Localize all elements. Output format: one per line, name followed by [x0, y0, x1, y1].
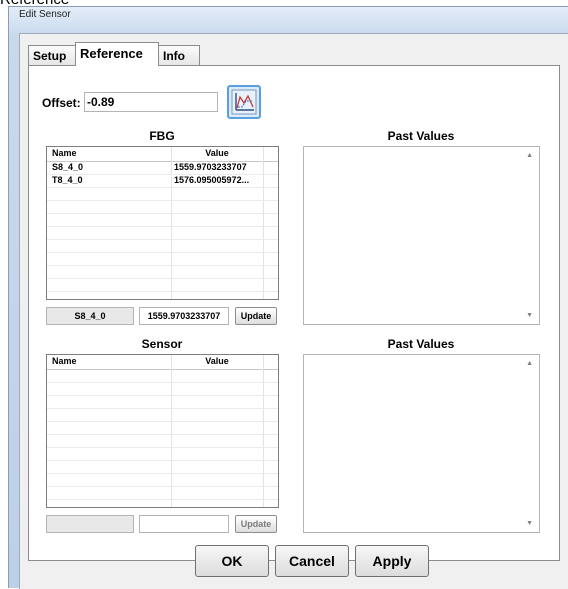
past-values-bottom-list[interactable]: ▲ ▼	[303, 354, 540, 533]
chart-icon	[231, 89, 257, 115]
sensor-title: Sensor	[141, 337, 183, 351]
table-row[interactable]: T8_4_0 1576.095005972...	[47, 175, 278, 188]
sensor-col-name: Name	[52, 356, 77, 366]
table-row	[47, 383, 278, 396]
table-row	[47, 422, 278, 435]
past-values-bottom-title: Past Values	[387, 337, 455, 351]
scroll-up-icon[interactable]: ▲	[526, 152, 533, 159]
sensor-col-value: Value	[205, 356, 229, 366]
tab-info[interactable]: Info	[158, 45, 200, 65]
edit-sensor-window: Edit Sensor Setup Reference Info Offset:…	[8, 6, 568, 589]
title-bar: Edit Sensor	[9, 7, 568, 33]
offset-input[interactable]: -0.89	[84, 92, 218, 112]
table-row	[47, 201, 278, 214]
window-title: Edit Sensor	[19, 9, 71, 20]
fbg-title: FBG	[149, 129, 175, 143]
tab-reference[interactable]: Reference	[75, 42, 159, 66]
past-values-top-title: Past Values	[387, 129, 455, 143]
table-row	[47, 474, 278, 487]
table-row	[47, 266, 278, 279]
scroll-up-icon[interactable]: ▲	[526, 360, 533, 367]
table-row	[47, 279, 278, 292]
fbg-table[interactable]: Name Value S8_4_0 1559.9703233707 T8_4_0…	[46, 146, 279, 300]
table-row	[47, 396, 278, 409]
fbg-selected-name: S8_4_0	[46, 307, 134, 325]
fbg-update-button[interactable]: Update	[235, 307, 277, 325]
fbg-selected-value[interactable]: 1559.9703233707	[139, 307, 229, 325]
sensor-table-header: Name Value	[47, 355, 278, 370]
fbg-row-value: 1576.095005972...	[174, 175, 250, 185]
past-values-top-list[interactable]: ▲ ▼	[303, 146, 540, 325]
scroll-down-icon[interactable]: ▼	[526, 312, 533, 319]
fbg-row-value: 1559.9703233707	[174, 162, 247, 172]
apply-button[interactable]: Apply	[355, 545, 429, 577]
table-row	[47, 435, 278, 448]
table-row	[47, 253, 278, 266]
fbg-row-name: T8_4_0	[52, 175, 83, 185]
table-row	[47, 227, 278, 240]
table-row	[47, 487, 278, 500]
table-row	[47, 214, 278, 227]
table-row	[47, 188, 278, 201]
offset-label: Offset:	[42, 96, 81, 110]
fbg-col-value: Value	[205, 148, 229, 158]
chart-button[interactable]	[227, 85, 261, 119]
fbg-row-name: S8_4_0	[52, 162, 84, 172]
table-row	[47, 409, 278, 422]
scroll-down-icon[interactable]: ▼	[526, 520, 533, 527]
sensor-selected-value[interactable]	[139, 515, 229, 533]
dialog-client-area: Setup Reference Info Offset: -0.89 FBG N…	[19, 33, 568, 589]
table-row	[47, 461, 278, 474]
sensor-selected-name	[46, 515, 134, 533]
reference-panel: Offset: -0.89 FBG Name Value S8_4_0 1559…	[28, 65, 560, 561]
tab-setup[interactable]: Setup	[28, 45, 76, 65]
fbg-col-name: Name	[52, 148, 77, 158]
table-row	[47, 370, 278, 383]
sensor-update-button[interactable]: Update	[235, 515, 277, 533]
table-row[interactable]: S8_4_0 1559.9703233707	[47, 162, 278, 175]
ok-button[interactable]: OK	[195, 545, 269, 577]
table-row	[47, 240, 278, 253]
cancel-button[interactable]: Cancel	[275, 545, 349, 577]
sensor-table[interactable]: Name Value	[46, 354, 279, 508]
fbg-table-header: Name Value	[47, 147, 278, 162]
table-row	[47, 448, 278, 461]
